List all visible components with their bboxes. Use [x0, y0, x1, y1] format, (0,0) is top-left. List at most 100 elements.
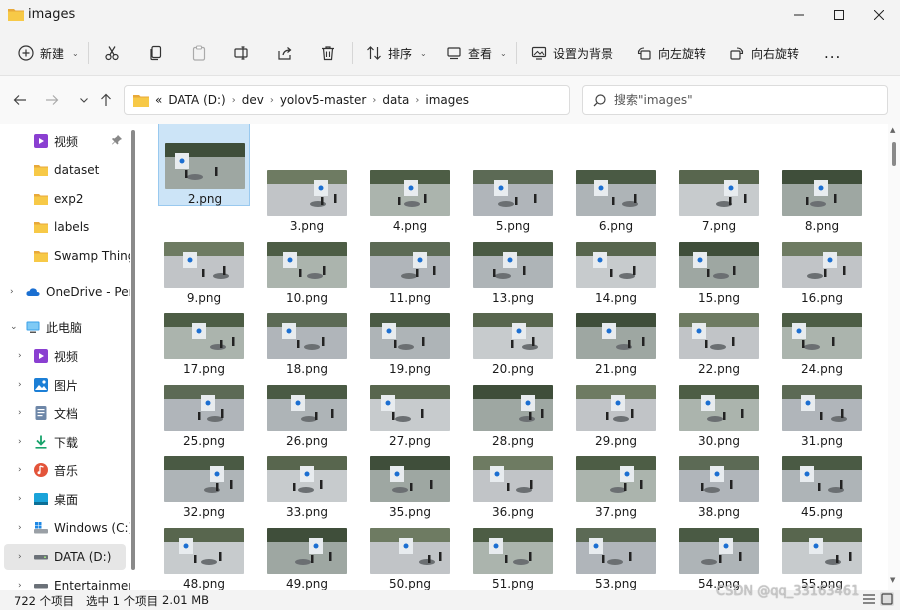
chevron-right-icon[interactable]: › — [18, 494, 22, 504]
rotate-right-label: 向右旋转 — [751, 46, 800, 61]
sort-icon — [367, 46, 381, 60]
file-item[interactable]: 50.png — [364, 488, 456, 590]
share-button[interactable] — [277, 39, 293, 67]
sidebar-item-data-d[interactable]: › DATA (D:) — [4, 544, 126, 570]
search-input[interactable] — [614, 93, 874, 107]
chevron-right-icon[interactable]: › — [18, 581, 22, 590]
file-item[interactable]: 2.png — [158, 124, 250, 206]
breadcrumb-item[interactable]: yolov5-master — [280, 93, 367, 107]
chevron-right-icon[interactable]: › — [372, 95, 376, 106]
arrow-left-icon — [13, 95, 26, 105]
rename-button[interactable] — [234, 39, 250, 67]
chevron-down-icon[interactable]: ⌄ — [10, 322, 18, 332]
sidebar-item-label: 音乐 — [54, 463, 79, 478]
rotate-left-button[interactable]: 向左旋转 — [636, 39, 706, 67]
sidebar-item-label: 此电脑 — [46, 320, 83, 335]
sort-button[interactable]: 排序 ⌄ — [366, 39, 427, 67]
new-label: 新建 — [40, 46, 65, 61]
maximize-button[interactable] — [816, 0, 861, 30]
forward-button[interactable] — [42, 90, 62, 110]
address-bar[interactable]: « DATA (D:) › dev › yolov5-master › data… — [124, 85, 684, 115]
video-icon — [34, 134, 48, 148]
minimize-button[interactable] — [776, 0, 821, 30]
recent-locations-button[interactable] — [74, 90, 94, 110]
details-view-button[interactable] — [862, 592, 876, 606]
arrow-right-icon — [46, 95, 59, 105]
file-item[interactable]: 54.png — [673, 488, 765, 590]
delete-button[interactable] — [320, 39, 336, 67]
sidebar-item-labels[interactable]: labels — [0, 214, 130, 240]
sidebar-item-windows-c[interactable]: › Windows (C:) — [0, 515, 130, 541]
chevron-right-icon[interactable]: › — [415, 95, 419, 106]
breadcrumb-item[interactable]: images — [425, 93, 469, 107]
set-background-label: 设置为背景 — [553, 46, 614, 61]
file-item[interactable]: 55.png — [776, 488, 868, 590]
chevron-right-icon[interactable]: › — [18, 523, 22, 533]
sidebar-item-this-pc[interactable]: ⌄ 此电脑 — [0, 314, 130, 340]
content-scrollbar[interactable]: ▲ ▼ — [888, 124, 900, 590]
rotate-right-button[interactable]: 向右旋转 — [729, 39, 799, 67]
sidebar-item-dataset[interactable]: dataset — [0, 157, 130, 183]
set-background-button[interactable]: 设置为背景 — [531, 39, 613, 67]
sidebar-item-music[interactable]: › 音乐 — [0, 457, 130, 483]
breadcrumb-item[interactable]: DATA (D:) — [168, 93, 225, 107]
sidebar-item-documents[interactable]: › 文档 — [0, 400, 130, 426]
rotate-left-icon — [637, 47, 651, 60]
chevron-right-icon[interactable]: › — [18, 408, 22, 418]
sidebar-item-downloads[interactable]: › 下载 — [0, 429, 130, 455]
thumbnail-view-icon — [881, 593, 893, 605]
toolbar-divider — [88, 42, 89, 64]
new-button[interactable]: 新建 ⌄ — [18, 39, 79, 67]
sidebar-item-desktop[interactable]: › 桌面 — [0, 486, 130, 512]
rotate-right-icon — [730, 47, 744, 60]
more-options-button[interactable]: ... — [824, 39, 841, 67]
sidebar-item-videos[interactable]: › 视频 — [0, 343, 130, 369]
chevron-right-icon[interactable]: › — [18, 465, 22, 475]
scroll-down-icon[interactable]: ▼ — [890, 576, 895, 584]
cut-button[interactable] — [104, 39, 120, 67]
toolbar-divider — [516, 42, 517, 64]
toolbar-divider — [352, 42, 353, 64]
copy-button[interactable] — [148, 39, 164, 67]
view-button[interactable]: 查看 ⌄ — [446, 39, 507, 67]
file-name: 53.png — [595, 576, 637, 591]
sidebar-item-swamp-thing[interactable]: Swamp Thing — [0, 243, 130, 269]
up-button[interactable] — [96, 90, 116, 110]
file-item[interactable]: 49.png — [261, 488, 353, 591]
chevron-right-icon[interactable]: › — [10, 287, 14, 297]
sidebar-scrollbar[interactable] — [131, 130, 135, 570]
sidebar-item-label: Entertainment — [54, 579, 130, 590]
sidebar-item-pictures[interactable]: › 图片 — [0, 372, 130, 398]
sidebar-item-label: Swamp Thing — [54, 249, 130, 263]
folder-icon — [34, 251, 48, 262]
chevron-right-icon[interactable]: › — [18, 437, 22, 447]
file-item[interactable]: 51.png — [467, 488, 559, 590]
file-name: 49.png — [286, 576, 328, 591]
scrollbar-thumb[interactable] — [892, 142, 896, 166]
chevron-right-icon[interactable]: › — [18, 351, 22, 361]
breadcrumb-item[interactable]: data — [382, 93, 409, 107]
breadcrumb-overflow[interactable]: « — [155, 93, 162, 107]
file-item[interactable]: 53.png — [570, 488, 662, 591]
folder-icon — [34, 165, 48, 176]
file-item[interactable]: 48.png — [158, 488, 250, 590]
search-box[interactable] — [582, 85, 888, 115]
window-title: images — [28, 7, 76, 22]
chevron-right-icon[interactable]: › — [18, 552, 22, 562]
sidebar-item-onedrive[interactable]: › OneDrive - Pers — [0, 279, 130, 305]
sidebar-item-label: 下载 — [54, 435, 79, 450]
scroll-up-icon[interactable]: ▲ — [890, 126, 895, 134]
close-button[interactable] — [856, 0, 900, 30]
chevron-right-icon[interactable]: › — [18, 380, 22, 390]
chevron-right-icon[interactable]: › — [232, 95, 236, 106]
sidebar-item-entertainment[interactable]: › Entertainment — [0, 573, 130, 590]
paste-button[interactable] — [191, 39, 207, 67]
sidebar-item-videos-pinned[interactable]: 视频 — [0, 128, 130, 154]
back-button[interactable] — [10, 90, 30, 110]
image-thumbnail — [164, 527, 244, 574]
sidebar-item-exp2[interactable]: exp2 — [0, 186, 130, 212]
chevron-right-icon[interactable]: › — [270, 95, 274, 106]
thumbnail-view-button[interactable] — [880, 592, 894, 606]
breadcrumb-item[interactable]: dev — [242, 93, 264, 107]
maximize-icon — [833, 10, 844, 20]
